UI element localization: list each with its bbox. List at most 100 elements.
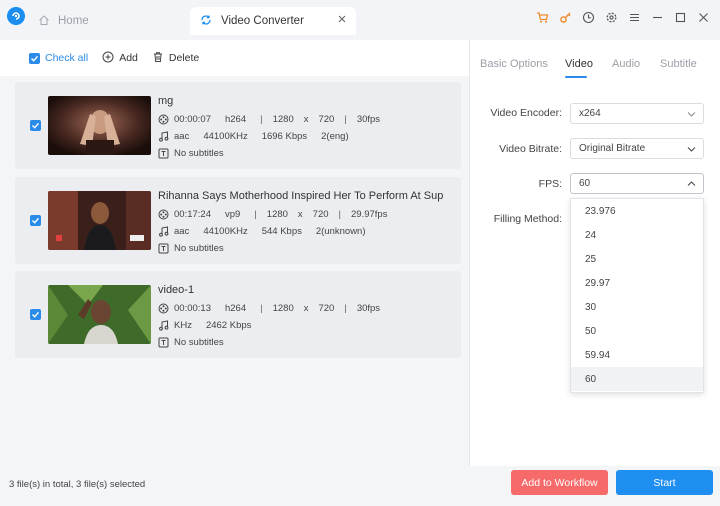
fps-value: 60 bbox=[579, 178, 591, 189]
audio-channels: 2(unknown) bbox=[315, 226, 366, 237]
fps-select[interactable]: 60 bbox=[570, 173, 704, 194]
video-thumbnail bbox=[48, 191, 151, 250]
fps-option[interactable]: 24 bbox=[571, 223, 703, 247]
film-reel-icon bbox=[158, 114, 169, 125]
film-reel-icon bbox=[158, 209, 169, 220]
video-width: 1280 bbox=[272, 114, 294, 125]
resolution-x: x bbox=[297, 209, 303, 220]
audio-info-row: aac 44100KHz 544 Kbps 2(unknown) bbox=[158, 226, 380, 237]
music-note-icon bbox=[158, 131, 169, 142]
video-height: 720 bbox=[312, 209, 329, 220]
audio-bitrate: 544 Kbps bbox=[261, 226, 302, 237]
menu-icon[interactable] bbox=[627, 10, 641, 24]
fps-option[interactable]: 25 bbox=[571, 247, 703, 271]
duration: 00:00:07 bbox=[174, 114, 211, 125]
gear-icon[interactable] bbox=[604, 10, 618, 24]
fps-option[interactable]: 50 bbox=[571, 319, 703, 343]
clock-icon[interactable] bbox=[581, 10, 595, 24]
video-encoder-label: Video Encoder: bbox=[490, 107, 562, 119]
tab-video-converter-label: Video Converter bbox=[221, 15, 304, 27]
file-toolbar: Check all Add Delete bbox=[0, 40, 469, 76]
audio-info-row: aac 44100KHz 1696 Kbps 2(eng) bbox=[158, 131, 363, 142]
video-info-row: 00:17:24 vp9 | 1280 x 720 | 29.97fps bbox=[158, 209, 401, 220]
music-note-icon bbox=[158, 320, 169, 331]
check-all-button[interactable]: Check all bbox=[29, 52, 88, 64]
add-label: Add bbox=[119, 52, 138, 64]
video-width: 1280 bbox=[272, 303, 294, 314]
subtitle-info-row: No subtitles bbox=[158, 148, 238, 159]
file-item[interactable]: Rihanna Says Motherhood Inspired Her To … bbox=[15, 177, 461, 264]
settings-tabs: Basic Options Video Audio Subtitle bbox=[470, 58, 720, 78]
chevron-down-icon bbox=[687, 110, 696, 121]
subtitle-icon bbox=[158, 148, 169, 159]
check-all-checkbox[interactable] bbox=[29, 52, 40, 64]
video-encoder-value: x264 bbox=[579, 108, 601, 119]
title-bar: Home Video Converter bbox=[0, 0, 720, 40]
fps-option[interactable]: 29.97 bbox=[571, 271, 703, 295]
video-codec: h264 bbox=[224, 114, 247, 125]
close-tab-icon[interactable] bbox=[337, 14, 347, 27]
file-checkbox[interactable] bbox=[30, 120, 41, 131]
video-bitrate-label: Video Bitrate: bbox=[499, 143, 562, 155]
sample-rate: KHz bbox=[174, 320, 192, 331]
start-button[interactable]: Start bbox=[616, 470, 713, 495]
file-name: Rihanna Says Motherhood Inspired Her To … bbox=[158, 190, 443, 202]
subtitle-info-row: No subtitles bbox=[158, 243, 238, 254]
audio-codec: aac bbox=[174, 226, 190, 237]
main-panel: Check all Add Delete mg 00:00:07 h264 | … bbox=[0, 40, 720, 506]
fps: 29.97fps bbox=[351, 209, 388, 220]
maximize-icon[interactable] bbox=[673, 10, 687, 24]
video-height: 720 bbox=[318, 303, 335, 314]
resolution-x: x bbox=[303, 303, 309, 314]
chevron-down-icon bbox=[687, 145, 696, 156]
duration: 00:17:24 bbox=[174, 209, 211, 220]
subtitle-status: No subtitles bbox=[174, 148, 224, 159]
resolution-x: x bbox=[303, 114, 309, 125]
tab-video[interactable]: Video bbox=[565, 58, 593, 70]
delete-button[interactable]: Delete bbox=[152, 51, 199, 66]
fps-option[interactable]: 30 bbox=[571, 295, 703, 319]
fps-option[interactable]: 23.976 bbox=[571, 199, 703, 223]
music-note-icon bbox=[158, 226, 169, 237]
add-button[interactable]: Add bbox=[102, 51, 138, 66]
video-codec: h264 bbox=[224, 303, 247, 314]
trash-icon bbox=[152, 51, 164, 66]
fps-option[interactable]: 59.94 bbox=[571, 343, 703, 367]
video-bitrate-value: Original Bitrate bbox=[579, 143, 646, 154]
sample-rate: 44100KHz bbox=[203, 226, 248, 237]
key-icon[interactable] bbox=[558, 10, 572, 24]
close-icon[interactable] bbox=[696, 10, 710, 24]
file-item[interactable]: video-1 00:00:13 h264 | 1280 x 720 | 30f… bbox=[15, 271, 461, 358]
audio-bitrate: 1696 Kbps bbox=[261, 131, 308, 142]
video-width: 1280 bbox=[266, 209, 288, 220]
cart-icon[interactable] bbox=[535, 10, 549, 24]
refresh-icon bbox=[200, 14, 212, 29]
fps: 30fps bbox=[356, 114, 381, 125]
filling-method-label: Filling Method: bbox=[493, 213, 562, 225]
app-logo-icon bbox=[7, 7, 25, 25]
tab-audio[interactable]: Audio bbox=[612, 58, 640, 70]
tab-video-converter[interactable]: Video Converter bbox=[190, 7, 356, 35]
active-tab-indicator bbox=[565, 76, 587, 78]
fps: 30fps bbox=[356, 303, 381, 314]
file-item[interactable]: mg 00:00:07 h264 | 1280 x 720 | 30fps aa… bbox=[15, 82, 461, 169]
subtitle-info-row: No subtitles bbox=[158, 337, 238, 348]
file-checkbox[interactable] bbox=[30, 309, 41, 320]
chevron-up-icon bbox=[687, 180, 696, 191]
tab-subtitle[interactable]: Subtitle bbox=[660, 58, 697, 70]
tab-home[interactable]: Home bbox=[38, 12, 89, 30]
video-encoder-select[interactable]: x264 bbox=[570, 103, 704, 124]
add-to-workflow-button[interactable]: Add to Workflow bbox=[511, 470, 608, 495]
fps-label: FPS: bbox=[538, 178, 562, 190]
fps-option-selected[interactable]: 60 bbox=[571, 367, 703, 391]
minimize-icon[interactable] bbox=[650, 10, 664, 24]
audio-info-row: KHz 2462 Kbps bbox=[158, 320, 265, 331]
video-info-row: 00:00:13 h264 | 1280 x 720 | 30fps bbox=[158, 303, 394, 314]
file-checkbox[interactable] bbox=[30, 215, 41, 226]
tab-basic-options[interactable]: Basic Options bbox=[480, 58, 548, 70]
subtitle-icon bbox=[158, 243, 169, 254]
subtitle-status: No subtitles bbox=[174, 337, 224, 348]
video-bitrate-select[interactable]: Original Bitrate bbox=[570, 138, 704, 159]
video-codec: vp9 bbox=[224, 209, 241, 220]
sample-rate: 44100KHz bbox=[203, 131, 248, 142]
